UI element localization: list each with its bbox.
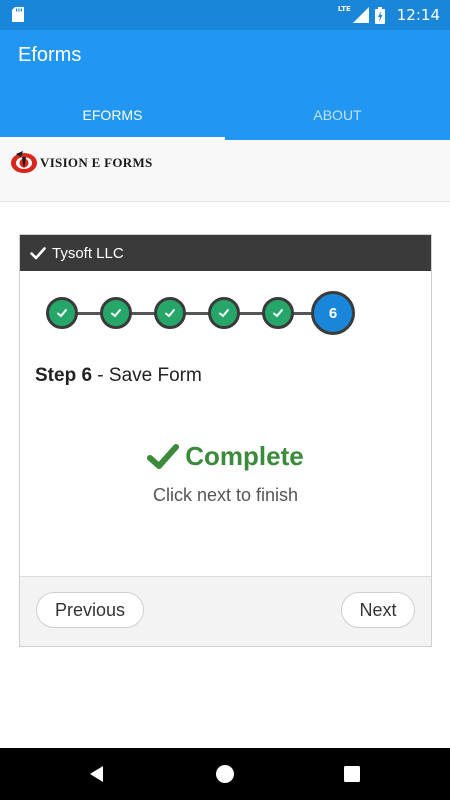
sd-card-icon [12,7,24,22]
tab-bar: EFORMS ABOUT [0,90,450,140]
previous-button[interactable]: Previous [36,592,144,628]
signal-icon [352,7,369,23]
step-check-icon [57,309,67,318]
network-type: LTE [337,5,351,13]
vision-logo-icon [11,151,37,173]
home-circle-icon[interactable] [215,764,235,784]
tab-about[interactable]: ABOUT [225,90,450,140]
step-title: - Save Form [92,365,202,386]
check-icon [30,247,46,260]
step-progress: 6 [46,291,366,335]
step-4-complete[interactable] [208,297,240,329]
step-check-icon [273,309,283,318]
check-icon [147,443,180,469]
battery-icon [374,6,385,24]
step-check-icon [111,309,121,318]
step-5-complete[interactable] [262,297,294,329]
panel-header: Tysoft LLC [20,235,431,271]
step-6-current[interactable]: 6 [311,291,355,335]
completion-status: Complete [20,441,431,472]
form-panel: Tysoft LLC 6 Step 6 - Save Form Complete… [19,234,432,647]
logo-banner: VISION E FORMS [0,140,450,202]
app-title: Eforms [18,44,82,66]
step-heading: Step 6 - Save Form [35,365,202,387]
step-2-complete[interactable] [100,297,132,329]
step-1-complete[interactable] [46,297,78,329]
company-name: Tysoft LLC [52,244,124,262]
step-number: Step 6 [35,365,93,386]
step-check-icon [165,309,175,318]
status-icons: LTE 12:14 [338,0,440,30]
status-bar: LTE 12:14 [0,0,450,30]
complete-label: Complete [185,441,304,471]
panel-footer: Previous Next [20,576,431,646]
tab-eforms[interactable]: EFORMS [0,90,225,140]
step-check-icon [219,309,229,318]
vision-e-forms-logo: VISION E FORMS [10,151,153,175]
back-triangle-icon[interactable] [87,764,107,784]
next-button[interactable]: Next [341,592,415,628]
finish-instructions: Click next to finish [152,485,299,505]
recents-square-icon[interactable] [342,764,362,784]
app-screen: LTE 12:14 Eforms EFORMS ABOUT VISION E F… [0,0,450,800]
system-nav-bar [0,748,450,800]
status-clock: 12:14 [396,6,440,24]
logo-text: VISION E FORMS [40,155,153,170]
step-3-complete[interactable] [154,297,186,329]
app-bar: Eforms EFORMS ABOUT [0,30,450,140]
